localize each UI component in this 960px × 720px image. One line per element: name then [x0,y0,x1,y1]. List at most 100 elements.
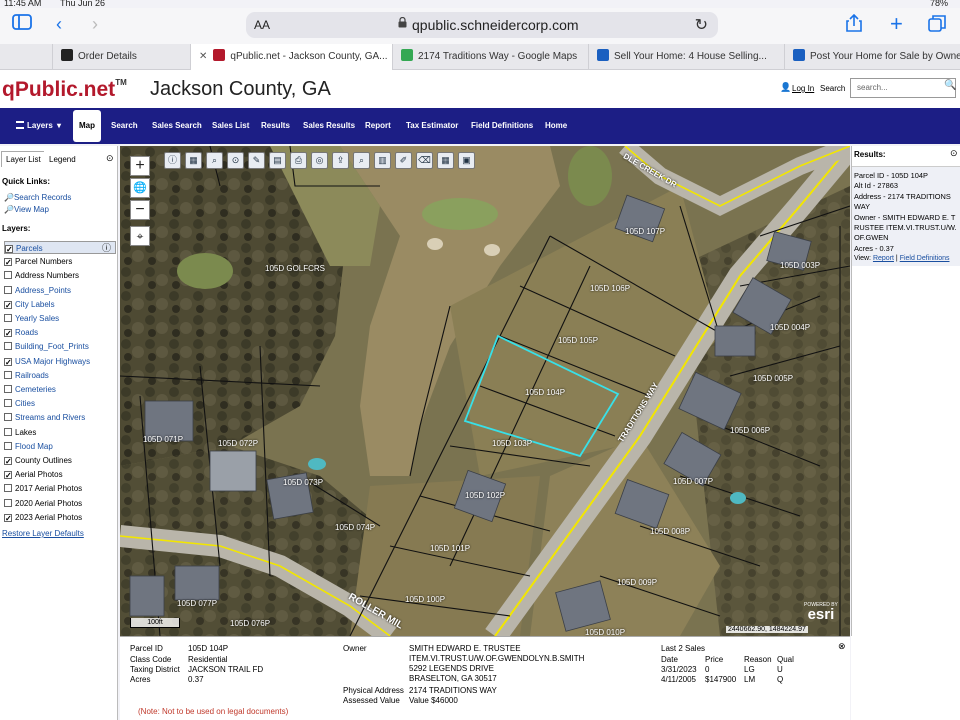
layer-item[interactable]: Aerial Photos [4,468,116,481]
save-icon[interactable]: ▣ [458,152,475,169]
qpublic-logo[interactable]: qPublic.netTM [2,78,127,102]
layer-checkbox[interactable] [4,457,12,465]
layer-checkbox[interactable] [4,370,12,379]
layer-item[interactable]: County Outlines [4,454,116,467]
locate-icon[interactable]: ⌖ [130,226,150,246]
layer-item[interactable]: 2020 Aerial Photos [4,497,116,510]
nav-sales-results[interactable]: Sales Results [303,108,355,144]
nav-layers[interactable]: Layers [27,108,53,144]
layer-checkbox[interactable] [4,314,12,322]
globe-icon[interactable]: 🌐 [130,178,150,198]
login-link[interactable]: Log In [792,84,814,93]
back-icon[interactable]: ‹ [56,14,62,34]
nav-map[interactable]: Map [73,110,101,142]
layer-checkbox[interactable] [4,342,12,351]
zoom-box-icon[interactable]: ⌕ [206,152,223,169]
search-icon[interactable]: 🔍 [944,80,956,91]
measure-icon[interactable]: ▤ [269,152,286,169]
tab-qpublic[interactable]: ✕ qPublic.net - Jackson County, GA... [190,44,392,70]
draw-icon[interactable]: ✎ [248,152,265,169]
layer-checkbox[interactable] [4,441,12,450]
layer-item[interactable]: Address Numbers [4,269,116,282]
identify-icon[interactable]: ⓘ [164,152,181,169]
map-view[interactable]: 105D GOLFCRS 105D 106P 105D 105P 105D 10… [120,146,850,636]
view-map-link[interactable]: 🔎View Map [4,205,49,214]
report-link[interactable]: Report [873,255,894,262]
nav-sales-search[interactable]: Sales Search [152,108,202,144]
basemap-icon[interactable]: ▦ [437,152,454,169]
login-icon[interactable]: 👤 [780,82,791,93]
layer-checkbox[interactable] [4,329,12,338]
layer-checkbox[interactable] [4,258,12,267]
layer-item[interactable]: Streams and Rivers [4,411,116,424]
print-icon[interactable]: ⎙ [290,152,307,169]
select-icon[interactable]: ▦ [185,152,202,169]
layer-item[interactable]: Lakes [4,426,116,439]
tab-google-maps[interactable]: 2174 Traditions Way - Google Maps [392,44,588,70]
clear-icon[interactable]: ⌫ [416,152,433,169]
layer-item[interactable]: Parcel Numbers [4,255,116,268]
layer-checkbox[interactable] [4,357,12,366]
results-close-icon[interactable]: ⊙ [950,148,958,159]
restore-defaults-link[interactable]: Restore Layer Defaults [2,529,84,538]
layer-item[interactable]: 2023 Aerial Photos [4,511,116,524]
field-definitions-link[interactable]: Field Definitions [900,255,950,262]
reader-aa-button[interactable]: AA [254,18,270,32]
pan-icon[interactable]: ⊙ [227,152,244,169]
panel-close-icon[interactable]: ⊗ [838,641,846,652]
sidebar-icon[interactable] [12,14,32,34]
close-tab-icon[interactable]: ✕ [199,51,207,62]
search-records-link[interactable]: 🔎Search Records [4,193,71,202]
zoom-out-button[interactable]: − [130,200,150,220]
layer-item[interactable]: Railroads [4,369,116,382]
buffer-icon[interactable]: ◎ [311,152,328,169]
layer-checkbox[interactable] [4,399,12,408]
layer-info-icon[interactable]: ⓘ [102,242,111,255]
reload-icon[interactable]: ↻ [695,15,708,35]
layer-item[interactable]: Flood Map [4,440,116,453]
layer-checkbox[interactable] [4,498,12,507]
nav-tax-estimator[interactable]: Tax Estimator [406,108,458,144]
forward-icon[interactable]: › [92,14,98,34]
zoom-in-button[interactable]: + [130,156,150,176]
layer-item[interactable]: Cities [4,397,116,410]
layer-item[interactable]: 2017 Aerial Photos [4,482,116,495]
nav-report[interactable]: Report [365,108,391,144]
new-tab-icon[interactable]: + [890,13,903,35]
search-map-icon[interactable]: ⌕ [353,152,370,169]
layer-item[interactable]: Parcels ⓘ [4,241,116,254]
layer-item[interactable]: Yearly Sales [4,312,116,325]
export-icon[interactable]: ⇪ [332,152,349,169]
layer-checkbox[interactable] [4,285,12,294]
layer-item[interactable]: Cemeteries [4,383,116,396]
layer-checkbox[interactable] [4,271,12,280]
layer-item[interactable]: City Labels [4,298,116,311]
layer-item[interactable]: USA Major Highways [4,355,116,368]
nav-home[interactable]: Home [545,108,567,144]
tab-order-details[interactable]: Order Details [52,44,190,70]
nav-field-definitions[interactable]: Field Definitions [471,108,533,144]
tabs-overview-icon[interactable] [928,14,946,36]
nav-search[interactable]: Search [111,108,138,144]
markup-icon[interactable]: ✐ [395,152,412,169]
layer-checkbox[interactable] [4,300,12,309]
tab-layer-list[interactable]: Layer List [1,151,46,167]
share-icon[interactable] [846,13,862,36]
layer-checkbox[interactable] [4,427,12,436]
tab-sell-home[interactable]: Sell Your Home: 4 House Selling... [588,44,784,70]
layer-checkbox[interactable] [4,513,12,522]
layer-item[interactable]: Roads [4,326,116,339]
layers-map-icon[interactable]: ▥ [374,152,391,169]
result-card[interactable]: Parcel ID - 105D 104P Alt Id - 27863 Add… [852,166,960,266]
layer-checkbox[interactable] [5,245,13,253]
search-input[interactable]: search... [850,78,956,98]
tab-legend[interactable]: Legend [44,151,81,167]
layer-checkbox[interactable] [4,385,12,393]
panel-close-icon[interactable]: ⊙ [106,153,114,164]
layer-checkbox[interactable] [4,413,12,422]
nav-results[interactable]: Results [261,108,290,144]
nav-sales-list[interactable]: Sales List [212,108,249,144]
layer-checkbox[interactable] [4,471,12,480]
layer-checkbox[interactable] [4,484,12,493]
layer-item[interactable]: Building_Foot_Prints [4,340,116,353]
